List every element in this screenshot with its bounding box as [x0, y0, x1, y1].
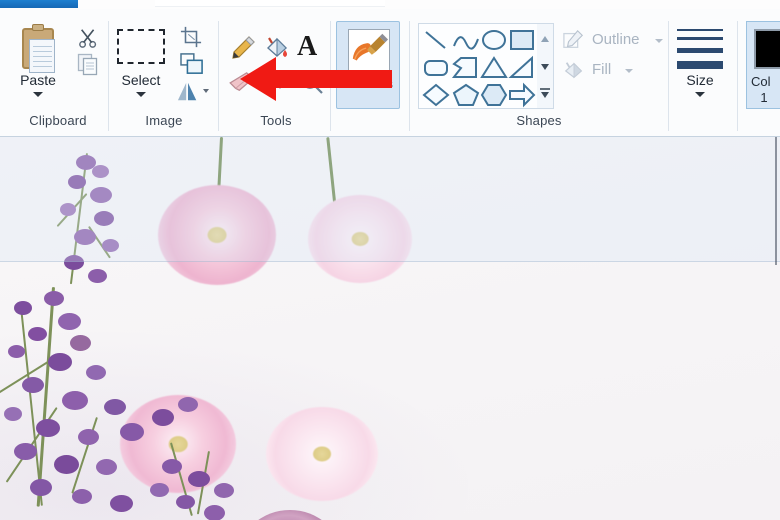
line-shape[interactable] — [421, 26, 451, 54]
crop-icon[interactable] — [180, 26, 202, 48]
outline-dropdown-caret[interactable] — [655, 39, 663, 43]
size-dropdown-caret[interactable] — [695, 92, 705, 97]
group-label-clipboard: Clipboard — [29, 113, 87, 128]
color-1-button[interactable]: Col 1 — [746, 21, 780, 109]
ribbon-group-labels: Clipboard Image Tools Shapes — [0, 113, 780, 137]
curve-shape[interactable] — [451, 26, 481, 54]
oval-shape[interactable] — [479, 26, 509, 54]
color-1-swatch — [754, 29, 780, 69]
fill-label: Fill — [592, 61, 612, 78]
selection-overlay[interactable] — [0, 137, 780, 262]
resize-icon[interactable] — [180, 53, 204, 75]
group-label-tools: Tools — [260, 113, 292, 128]
outline-pencil-icon — [563, 30, 584, 48]
paint-window: Paste Select A Outline Fill Size Col 1 C… — [0, 0, 780, 520]
photo-flowers: xóa chữ trong ảnh — [0, 137, 780, 520]
tab-view-area[interactable] — [155, 0, 385, 7]
rotate-dropdown-caret[interactable] — [203, 89, 209, 93]
triangle-shape[interactable] — [479, 54, 509, 82]
shapes-gallery[interactable] — [418, 23, 538, 109]
fill-button[interactable]: Fill — [562, 59, 672, 83]
selection-right-edge[interactable] — [775, 137, 777, 265]
polygon-shape[interactable] — [451, 54, 481, 82]
size-label: Size — [686, 72, 714, 88]
scroll-up-icon[interactable] — [537, 26, 553, 54]
pink-chrysanthemum — [266, 407, 378, 501]
fill-dropdown-caret[interactable] — [625, 69, 633, 73]
outline-label: Outline — [592, 31, 640, 48]
rotate-icon[interactable] — [176, 81, 200, 103]
image-canvas[interactable]: xóa chữ trong ảnh — [0, 137, 780, 520]
tab-home-active[interactable] — [0, 0, 78, 8]
color-1-index: 1 — [760, 90, 768, 105]
copy-icon[interactable] — [76, 52, 100, 76]
group-label-image: Image — [145, 113, 183, 128]
paste-dropdown-caret[interactable] — [33, 92, 43, 97]
scissors-icon[interactable] — [78, 27, 100, 49]
diamond-shape[interactable] — [421, 81, 451, 109]
group-label-shapes: Shapes — [516, 113, 562, 128]
ribbon-tab-strip — [0, 0, 780, 9]
select-dropdown-caret[interactable] — [136, 92, 146, 97]
scroll-down-icon[interactable] — [537, 53, 553, 81]
selection-marquee-icon — [117, 29, 165, 64]
rectangle-shape[interactable] — [507, 26, 537, 54]
rounded-rectangle-shape[interactable] — [421, 54, 451, 82]
pentagon-shape[interactable] — [451, 81, 481, 109]
clipboard-icon — [20, 23, 56, 73]
shapes-scrollbar[interactable] — [537, 23, 554, 109]
paste-label: Paste — [20, 72, 56, 88]
fill-can-icon — [564, 62, 583, 79]
right-triangle-shape[interactable] — [507, 54, 537, 82]
red-arrow-pointer — [240, 57, 392, 101]
right-arrow-shape[interactable] — [507, 81, 537, 109]
size-lines-icon — [677, 29, 723, 73]
purple-statice-sprig — [160, 437, 270, 520]
expand-gallery-icon[interactable] — [537, 80, 553, 108]
hexagon-shape[interactable] — [479, 81, 509, 109]
outline-button[interactable]: Outline — [562, 29, 672, 53]
select-label: Select — [121, 72, 161, 88]
color-1-label: Col — [751, 74, 771, 89]
